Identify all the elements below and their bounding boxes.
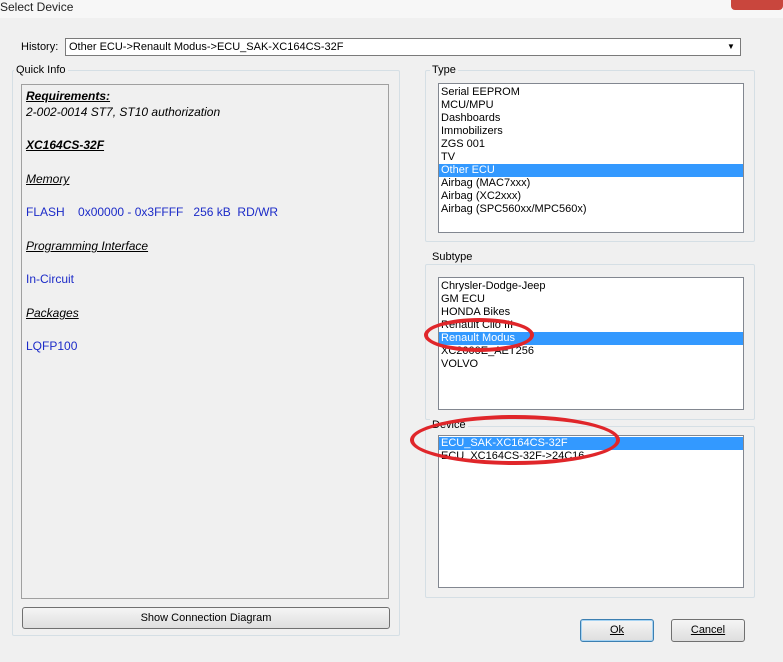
type-title: Type <box>430 64 458 76</box>
ok-label: Ok <box>609 624 625 636</box>
device-listbox[interactable]: ECU_SAK-XC164CS-32F ECU_XC164CS-32F->24C1… <box>438 435 744 588</box>
memory-text: FLASH 0x00000 - 0x3FFFF 256 kB RD/WR <box>26 205 279 219</box>
type-list-item[interactable]: ZGS 001 <box>439 138 743 151</box>
subtype-list-item[interactable]: XC2000E_AET256 <box>439 345 743 358</box>
subtype-list-item[interactable]: Renault Clio III <box>439 319 743 332</box>
type-list-item[interactable]: Other ECU <box>439 164 743 177</box>
subtype-list-item[interactable]: Chrysler-Dodge-Jeep <box>439 280 743 293</box>
title-bar[interactable]: Select Device <box>0 0 783 18</box>
device-name-heading: XC164CS-32F <box>26 138 105 152</box>
device-title: Device <box>430 419 468 431</box>
packages-heading: Packages <box>26 306 79 320</box>
subtype-list-item[interactable]: GM ECU <box>439 293 743 306</box>
memory-heading: Memory <box>26 172 70 186</box>
packages-text: LQFP100 <box>26 339 78 353</box>
type-list-item[interactable]: Airbag (SPC560xx/MPC560x) <box>439 203 743 216</box>
cancel-label: Cancel <box>690 624 726 636</box>
device-list-item[interactable]: ECU_SAK-XC164CS-32F <box>439 437 743 450</box>
type-list-item[interactable]: Serial EEPROM <box>439 86 743 99</box>
subtype-list-item[interactable]: HONDA Bikes <box>439 306 743 319</box>
interface-heading: Programming Interface <box>26 239 149 253</box>
subtype-listbox[interactable]: Chrysler-Dodge-Jeep GM ECU HONDA Bikes Rena… <box>438 277 744 410</box>
type-list-item[interactable]: Dashboards <box>439 112 743 125</box>
type-list-item[interactable]: MCU/MPU <box>439 99 743 112</box>
type-list-item[interactable]: Airbag (XC2xxx) <box>439 190 743 203</box>
type-list-item[interactable]: Immobilizers <box>439 125 743 138</box>
quick-info-panel: Requirements: 2-002-0014 ST7, ST10 autho… <box>21 84 389 599</box>
cancel-button[interactable]: Cancel <box>671 619 745 642</box>
window-title: Select Device <box>0 0 74 14</box>
subtype-title: Subtype <box>430 251 475 263</box>
requirements-heading: Requirements: <box>26 89 111 103</box>
show-connection-diagram-button[interactable]: Show Connection Diagram <box>22 607 390 629</box>
type-list-item[interactable]: Airbag (MAC7xxx) <box>439 177 743 190</box>
type-listbox[interactable]: Serial EEPROM MCU/MPU Dashboards Immobilize… <box>438 83 744 233</box>
device-list-item[interactable]: ECU_XC164CS-32F->24C16 <box>439 450 743 463</box>
chevron-down-icon[interactable]: ▼ <box>724 40 738 54</box>
history-combobox[interactable]: Other ECU->Renault Modus->ECU_SAK-XC164C… <box>65 38 741 56</box>
ok-button[interactable]: Ok <box>580 619 654 642</box>
subtype-list-item[interactable]: VOLVO <box>439 358 743 371</box>
close-button[interactable] <box>731 0 783 10</box>
type-list-item[interactable]: TV <box>439 151 743 164</box>
requirements-text: 2-002-0014 ST7, ST10 authorization <box>26 105 221 119</box>
subtype-list-item[interactable]: Renault Modus <box>439 332 743 345</box>
history-value: Other ECU->Renault Modus->ECU_SAK-XC164C… <box>69 41 344 53</box>
history-label: History: <box>21 41 59 53</box>
quick-info-title: Quick Info <box>14 64 68 76</box>
interface-text: In-Circuit <box>26 272 75 286</box>
